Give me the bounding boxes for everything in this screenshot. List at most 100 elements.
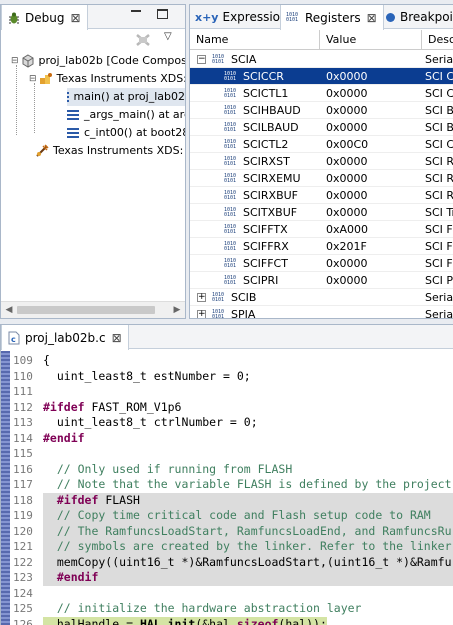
code-text: uint_least8_t estNumber = 0; bbox=[43, 368, 251, 383]
register-row[interactable]: 1010 0101 SCITXBUF 0x0000 SCI Tr bbox=[190, 204, 453, 221]
register-name-text: SCICTL1 bbox=[243, 87, 289, 100]
register-value[interactable]: 0x0000 bbox=[326, 204, 420, 221]
disconnected-target-icon bbox=[36, 144, 49, 157]
register-value[interactable]: 0x0000 bbox=[326, 153, 420, 170]
register-row[interactable]: 10100101 SCIRXST 0x0000 SCI Re bbox=[190, 153, 453, 170]
register-row[interactable]: 10100101 SCICCR 0x0000 SCI Co bbox=[190, 68, 453, 85]
code-line[interactable]: 117 // Note that the variable FLASH is d… bbox=[1, 477, 453, 493]
register-icon: 1010 0101 bbox=[224, 241, 237, 252]
tree-item-frame-c-int00[interactable]: c_int00() at boot28. bbox=[67, 124, 185, 142]
code-line[interactable]: 123 #endif bbox=[1, 570, 453, 586]
expand-icon[interactable]: + bbox=[197, 310, 206, 318]
remove-terminated-icon[interactable] bbox=[135, 33, 151, 47]
code-line[interactable]: 112 #ifdef FAST_ROM_V1p6 bbox=[1, 400, 453, 416]
close-icon[interactable]: ⊠ bbox=[367, 11, 377, 25]
maximize-icon[interactable] bbox=[157, 9, 168, 19]
code-line[interactable]: 115 bbox=[1, 446, 453, 462]
register-icon: 1010 0101 bbox=[224, 71, 237, 82]
tab-breakpoints[interactable]: Breakpoin bbox=[381, 5, 453, 29]
tree-item-project[interactable]: ⊟ proj_lab02b [Code Compose bbox=[11, 52, 185, 70]
code-line-current[interactable]: 126 halHandle = HAL_init(&hal,sizeof(hal… bbox=[1, 616, 453, 625]
register-icon: 1010 0101 bbox=[224, 190, 237, 201]
register-description: Serial bbox=[425, 53, 453, 66]
code-line[interactable]: 122 memCopy((uint16_t *)&RamfuncsLoadSta… bbox=[1, 554, 453, 570]
register-value[interactable] bbox=[326, 306, 420, 318]
column-header-name[interactable]: Name bbox=[190, 30, 320, 50]
stack-frame-icon bbox=[67, 92, 69, 102]
register-value[interactable]: 0x201F bbox=[326, 238, 420, 255]
register-row[interactable]: 10100101 SCIRXBUF 0x0000 SCI Re bbox=[190, 187, 453, 204]
code-line[interactable]: 124 bbox=[1, 586, 453, 602]
code-line[interactable]: 118 #ifdef FLASH bbox=[1, 492, 453, 508]
minimize-icon[interactable] bbox=[131, 10, 141, 12]
collapse-icon[interactable]: ⊟ bbox=[29, 70, 37, 88]
tree-item-target-2[interactable]: Texas Instruments XDS: bbox=[35, 142, 183, 160]
tab-debug[interactable]: Debug ⊠ bbox=[1, 5, 88, 30]
column-header-value[interactable]: Value bbox=[320, 30, 422, 50]
register-description: SCI FI bbox=[425, 240, 453, 253]
register-name-text: SCILBAUD bbox=[243, 121, 299, 134]
line-number: 110 bbox=[13, 369, 33, 383]
register-row[interactable]: 10100101 SCICTL1 0x0000 SCI Co bbox=[190, 85, 453, 102]
code-line[interactable]: 121 // symbols are created by the linker… bbox=[1, 539, 453, 555]
tree-item-frame-main[interactable]: main() at proj_lab02 bbox=[67, 88, 185, 106]
register-row[interactable]: 1010 0101 SCIFFCT 0x0000 SCI FI bbox=[190, 255, 453, 272]
register-row[interactable]: 10100101 SCICTL2 0x00C0 SCI Co bbox=[190, 136, 453, 153]
register-value[interactable]: 0x0000 bbox=[326, 255, 420, 272]
code-area[interactable]: 109{110 uint_least8_t estNumber = 0; 111 1… bbox=[1, 351, 453, 625]
register-value[interactable] bbox=[326, 289, 420, 306]
collapse-icon[interactable]: − bbox=[197, 55, 206, 64]
code-line[interactable]: 120 // The RamfuncsLoadStart, RamfuncsLo… bbox=[1, 523, 453, 539]
register-group-row[interactable]: +10100101 SCIB Serial bbox=[190, 289, 453, 306]
line-number: 116 bbox=[13, 462, 33, 476]
register-description: Serial I bbox=[425, 308, 453, 319]
register-value[interactable]: 0x0000 bbox=[326, 68, 420, 85]
register-value[interactable]: 0x0000 bbox=[326, 187, 420, 204]
code-line[interactable]: 125 // initialize the hardware abstracti… bbox=[1, 601, 453, 617]
register-description: SCI Co bbox=[425, 138, 453, 151]
horizontal-scrollbar[interactable]: ◀ ▶ bbox=[1, 301, 185, 318]
register-value[interactable]: 0x0000 bbox=[326, 170, 420, 187]
close-icon[interactable]: ⊠ bbox=[112, 331, 122, 345]
tree-item-target-1[interactable]: ⊟ Texas Instruments XDS: bbox=[29, 70, 185, 88]
code-text: // symbols are created by the linker. Re… bbox=[43, 539, 453, 555]
code-text: #endif bbox=[43, 570, 453, 586]
close-icon[interactable]: ⊠ bbox=[70, 11, 80, 25]
register-row[interactable]: 10100101 SCILBAUD 0x0000 SCI Ba bbox=[190, 119, 453, 136]
code-line[interactable]: 113 uint_least8_t ctrlNumber = 0; bbox=[1, 415, 453, 431]
register-value[interactable]: 0x0000 bbox=[326, 102, 420, 119]
view-menu-icon[interactable]: ▽ bbox=[164, 31, 172, 42]
register-row[interactable]: 1010 0101 SCIFFTX 0xA000 SCI FI bbox=[190, 221, 453, 238]
register-value[interactable] bbox=[326, 51, 420, 68]
register-row[interactable]: 10100101 SCIPRI 0x0000 SCI Pr bbox=[190, 272, 453, 289]
code-line[interactable]: 111 bbox=[1, 384, 453, 400]
code-line[interactable]: 109 { bbox=[1, 353, 453, 369]
code-line[interactable]: 116 // Only used if running from FLASH bbox=[1, 462, 453, 478]
register-description: Serial bbox=[425, 291, 453, 304]
code-text: // initialize the hardware abstraction l… bbox=[43, 601, 362, 615]
code-line[interactable]: 114 #endif bbox=[1, 431, 453, 447]
code-line[interactable]: 119 // Copy time critical code and Flash… bbox=[1, 508, 453, 524]
register-group-row[interactable]: −10100101 SCIA Serial bbox=[190, 51, 453, 68]
register-value[interactable]: 0x00C0 bbox=[326, 136, 420, 153]
register-name-text: SCIRXST bbox=[243, 155, 290, 168]
register-value[interactable]: 0x0000 bbox=[326, 85, 420, 102]
register-row[interactable]: 10100101 SCIHBAUD 0x0000 SCI Ba bbox=[190, 102, 453, 119]
register-value[interactable]: 0x0000 bbox=[326, 272, 420, 289]
column-header-description[interactable]: Descri bbox=[422, 30, 453, 50]
register-value[interactable]: 0xA000 bbox=[326, 221, 420, 238]
register-icon: 1010 0101 bbox=[224, 156, 237, 167]
tab-registers[interactable]: 1010 0101 Registers ⊠ bbox=[280, 5, 384, 30]
code-line[interactable]: 110 uint_least8_t estNumber = 0; bbox=[1, 369, 453, 385]
scroll-left-icon[interactable]: ◀ bbox=[4, 305, 14, 315]
register-row[interactable]: 1010 0101 SCIFFRX 0x201F SCI FI bbox=[190, 238, 453, 255]
register-row[interactable]: 10100101 SCIRXEMU 0x0000 SCI Re bbox=[190, 170, 453, 187]
tab-editor-file[interactable]: c proj_lab02b.c ⊠ bbox=[1, 325, 129, 350]
register-group-row[interactable]: +10100101 SPIA Serial I bbox=[190, 306, 453, 319]
scrollbar-thumb[interactable] bbox=[17, 306, 155, 314]
expand-icon[interactable]: + bbox=[197, 293, 206, 302]
collapse-icon[interactable]: ⊟ bbox=[11, 52, 19, 70]
register-value[interactable]: 0x0000 bbox=[326, 119, 420, 136]
scroll-right-icon[interactable]: ▶ bbox=[172, 305, 182, 315]
tree-item-frame-args-main[interactable]: _args_main() at args bbox=[67, 106, 185, 124]
